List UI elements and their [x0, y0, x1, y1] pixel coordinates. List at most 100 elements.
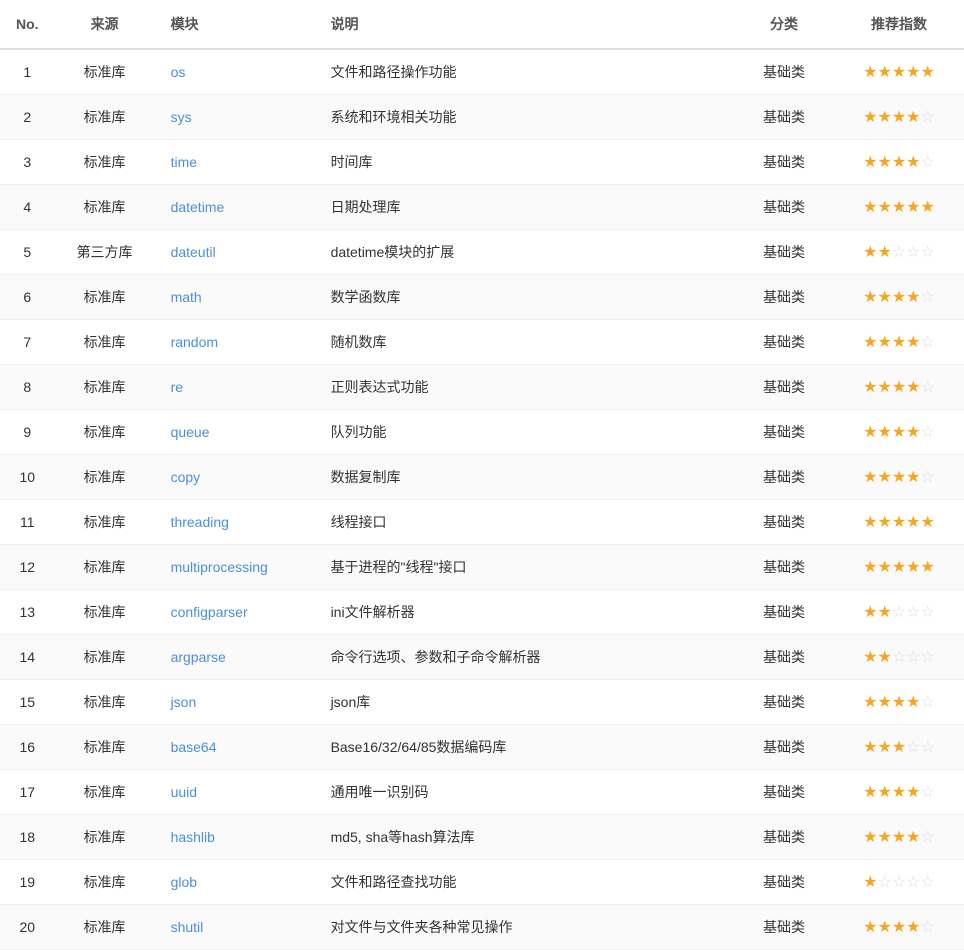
cell-no: 8: [0, 365, 55, 410]
cell-desc: 系统和环境相关功能: [315, 95, 734, 140]
cell-desc: 文件和路径查找功能: [315, 860, 734, 905]
cell-category: 基础类: [734, 49, 834, 95]
cell-category: 基础类: [734, 680, 834, 725]
cell-source: 标准库: [55, 860, 155, 905]
cell-category: 基础类: [734, 860, 834, 905]
main-table: No. 来源 模块 说明 分类 推荐指数 1标准库os文件和路径操作功能基础类★…: [0, 0, 964, 950]
cell-source: 标准库: [55, 95, 155, 140]
cell-source: 标准库: [55, 725, 155, 770]
cell-desc: 对文件与文件夹各种常见操作: [315, 905, 734, 950]
table-row: 14标准库argparse命令行选项、参数和子命令解析器基础类★★☆☆☆: [0, 635, 964, 680]
cell-category: 基础类: [734, 545, 834, 590]
cell-category: 基础类: [734, 455, 834, 500]
cell-source: 标准库: [55, 680, 155, 725]
cell-source: 标准库: [55, 320, 155, 365]
cell-source: 标准库: [55, 455, 155, 500]
cell-module: hashlib: [155, 815, 315, 860]
cell-desc: Base16/32/64/85数据编码库: [315, 725, 734, 770]
col-no: No.: [0, 0, 55, 49]
col-stars: 推荐指数: [834, 0, 964, 49]
cell-category: 基础类: [734, 410, 834, 455]
cell-category: 基础类: [734, 140, 834, 185]
col-module: 模块: [155, 0, 315, 49]
cell-stars: ★★★★☆: [834, 905, 964, 950]
cell-desc: 线程接口: [315, 500, 734, 545]
cell-source: 标准库: [55, 815, 155, 860]
cell-no: 14: [0, 635, 55, 680]
cell-module: queue: [155, 410, 315, 455]
cell-stars: ★★★★★: [834, 185, 964, 230]
cell-desc: 基于进程的"线程"接口: [315, 545, 734, 590]
cell-no: 3: [0, 140, 55, 185]
cell-module: argparse: [155, 635, 315, 680]
cell-category: 基础类: [734, 905, 834, 950]
cell-category: 基础类: [734, 275, 834, 320]
cell-stars: ★★☆☆☆: [834, 590, 964, 635]
cell-stars: ★★☆☆☆: [834, 230, 964, 275]
cell-module: datetime: [155, 185, 315, 230]
cell-desc: md5, sha等hash算法库: [315, 815, 734, 860]
cell-source: 标准库: [55, 365, 155, 410]
cell-source: 标准库: [55, 905, 155, 950]
table-row: 16标准库base64Base16/32/64/85数据编码库基础类★★★☆☆: [0, 725, 964, 770]
cell-stars: ★★★☆☆: [834, 725, 964, 770]
col-source: 来源: [55, 0, 155, 49]
cell-no: 11: [0, 500, 55, 545]
cell-no: 13: [0, 590, 55, 635]
cell-desc: 正则表达式功能: [315, 365, 734, 410]
cell-desc: 命令行选项、参数和子命令解析器: [315, 635, 734, 680]
cell-desc: 队列功能: [315, 410, 734, 455]
cell-category: 基础类: [734, 320, 834, 365]
table-row: 11标准库threading线程接口基础类★★★★★: [0, 500, 964, 545]
cell-stars: ★★★★☆: [834, 365, 964, 410]
cell-category: 基础类: [734, 815, 834, 860]
table-row: 13标准库configparserini文件解析器基础类★★☆☆☆: [0, 590, 964, 635]
cell-stars: ★★☆☆☆: [834, 635, 964, 680]
cell-no: 17: [0, 770, 55, 815]
table-header-row: No. 来源 模块 说明 分类 推荐指数: [0, 0, 964, 49]
cell-no: 7: [0, 320, 55, 365]
cell-module: configparser: [155, 590, 315, 635]
table-row: 2标准库sys系统和环境相关功能基础类★★★★☆: [0, 95, 964, 140]
cell-module: json: [155, 680, 315, 725]
cell-no: 5: [0, 230, 55, 275]
cell-source: 标准库: [55, 545, 155, 590]
cell-module: os: [155, 49, 315, 95]
cell-category: 基础类: [734, 770, 834, 815]
cell-no: 9: [0, 410, 55, 455]
cell-stars: ★★★★★: [834, 545, 964, 590]
cell-stars: ★★★★★: [834, 49, 964, 95]
cell-no: 6: [0, 275, 55, 320]
cell-desc: json库: [315, 680, 734, 725]
table-row: 10标准库copy数据复制库基础类★★★★☆: [0, 455, 964, 500]
table-row: 8标准库re正则表达式功能基础类★★★★☆: [0, 365, 964, 410]
table-row: 7标准库random随机数库基础类★★★★☆: [0, 320, 964, 365]
cell-stars: ★★★★☆: [834, 410, 964, 455]
cell-category: 基础类: [734, 365, 834, 410]
cell-module: re: [155, 365, 315, 410]
cell-module: threading: [155, 500, 315, 545]
cell-no: 1: [0, 49, 55, 95]
cell-source: 标准库: [55, 185, 155, 230]
cell-module: copy: [155, 455, 315, 500]
cell-desc: 通用唯一识别码: [315, 770, 734, 815]
cell-source: 标准库: [55, 410, 155, 455]
cell-source: 标准库: [55, 140, 155, 185]
cell-stars: ★★★★☆: [834, 140, 964, 185]
cell-module: random: [155, 320, 315, 365]
cell-category: 基础类: [734, 500, 834, 545]
cell-stars: ★★★★☆: [834, 455, 964, 500]
cell-source: 标准库: [55, 635, 155, 680]
cell-desc: datetime模块的扩展: [315, 230, 734, 275]
cell-module: dateutil: [155, 230, 315, 275]
cell-category: 基础类: [734, 725, 834, 770]
cell-source: 第三方库: [55, 230, 155, 275]
cell-module: time: [155, 140, 315, 185]
cell-desc: ini文件解析器: [315, 590, 734, 635]
cell-no: 15: [0, 680, 55, 725]
table-row: 19标准库glob文件和路径查找功能基础类★☆☆☆☆: [0, 860, 964, 905]
cell-desc: 数学函数库: [315, 275, 734, 320]
cell-module: multiprocessing: [155, 545, 315, 590]
table-row: 4标准库datetime日期处理库基础类★★★★★: [0, 185, 964, 230]
cell-category: 基础类: [734, 95, 834, 140]
